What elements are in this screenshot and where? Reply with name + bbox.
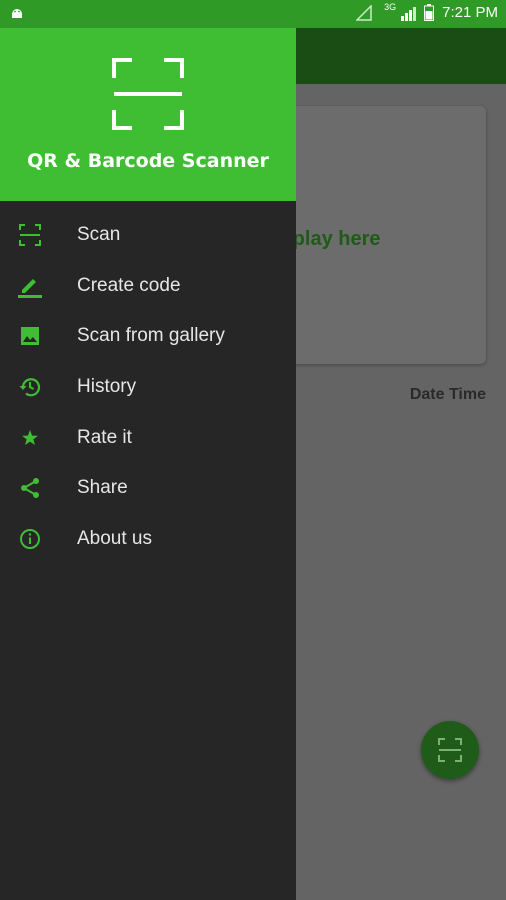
signal-empty-icon bbox=[356, 4, 372, 21]
menu-item-create-code[interactable]: Create code bbox=[0, 261, 296, 312]
scan-icon bbox=[18, 223, 42, 247]
menu-item-label: Rate it bbox=[77, 426, 132, 448]
history-icon bbox=[18, 375, 42, 399]
drawer-header: QR & Barcode Scanner bbox=[0, 0, 296, 201]
menu-item-rate-it[interactable]: Rate it bbox=[0, 412, 296, 463]
menu-item-share[interactable]: Share bbox=[0, 463, 296, 514]
menu-item-label: History bbox=[77, 376, 137, 398]
star-icon bbox=[18, 426, 42, 450]
menu-item-label: Create code bbox=[77, 274, 181, 296]
network-type-label: 3G bbox=[384, 1, 397, 12]
qr-scanner-logo-icon bbox=[112, 58, 184, 130]
navigation-drawer: QR & Barcode Scanner Scan Create code Sc… bbox=[0, 0, 296, 900]
menu-item-label: Scan bbox=[77, 224, 121, 246]
status-bar: 3G 7:21 PM bbox=[0, 0, 506, 28]
pencil-icon bbox=[18, 274, 42, 298]
signal-icon bbox=[401, 6, 417, 21]
scan-icon bbox=[438, 738, 462, 762]
menu-item-label: Share bbox=[77, 477, 128, 499]
app-toolbar bbox=[296, 28, 506, 84]
menu-item-label: Scan from gallery bbox=[77, 325, 225, 347]
android-notification-icon bbox=[12, 9, 22, 18]
share-icon bbox=[18, 476, 42, 500]
info-icon bbox=[18, 527, 42, 551]
menu-item-about-us[interactable]: About us bbox=[0, 514, 296, 565]
menu-item-scan-from-gallery[interactable]: Scan from gallery bbox=[0, 311, 296, 362]
image-icon bbox=[18, 324, 42, 348]
menu-item-history[interactable]: History bbox=[0, 362, 296, 413]
menu-item-scan[interactable]: Scan bbox=[0, 210, 296, 261]
date-time-label: Date Time bbox=[409, 386, 486, 403]
status-time: 7:21 PM bbox=[442, 4, 498, 21]
menu-item-label: About us bbox=[77, 527, 152, 549]
scan-fab-button[interactable] bbox=[421, 721, 479, 779]
drawer-menu: Scan Create code Scan from gallery Histo… bbox=[0, 210, 296, 564]
drawer-title: QR & Barcode Scanner bbox=[27, 150, 269, 172]
battery-icon bbox=[424, 4, 435, 21]
